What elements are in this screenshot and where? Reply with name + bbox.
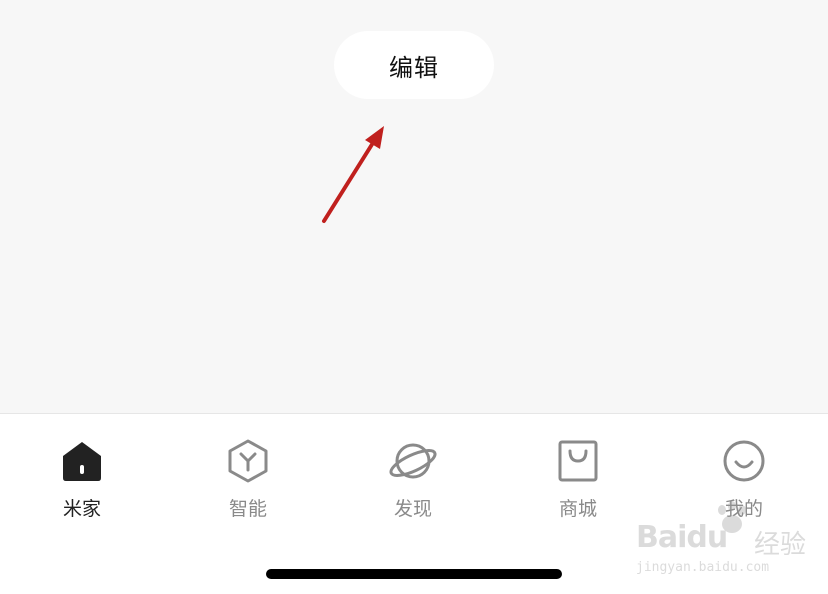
watermark-text: 经验: [754, 530, 807, 560]
tab-discover[interactable]: 发现: [353, 436, 473, 526]
baidu-watermark: Baidu 经验 jingyan.baidu.com: [632, 500, 822, 584]
content-area: 编辑: [0, 0, 828, 413]
tab-store-label: 商城: [558, 498, 597, 520]
home-icon: [63, 442, 101, 481]
shopping-bag-icon: [558, 440, 598, 482]
tab-smart-label: 智能: [228, 498, 267, 520]
tab-discover-label: 发现: [393, 498, 432, 520]
smile-icon: [723, 440, 765, 482]
tab-smart[interactable]: 智能: [188, 436, 308, 526]
edit-button[interactable]: 编辑: [334, 31, 494, 99]
planet-icon: [389, 443, 437, 479]
cube-icon: [228, 439, 268, 483]
paw-icon: [718, 501, 746, 533]
tab-store[interactable]: 商城: [518, 436, 638, 526]
tab-home[interactable]: 米家: [22, 436, 142, 526]
watermark-url: jingyan.baidu.com: [636, 560, 770, 575]
tab-home-label: 米家: [62, 498, 101, 520]
home-indicator[interactable]: [266, 569, 562, 579]
